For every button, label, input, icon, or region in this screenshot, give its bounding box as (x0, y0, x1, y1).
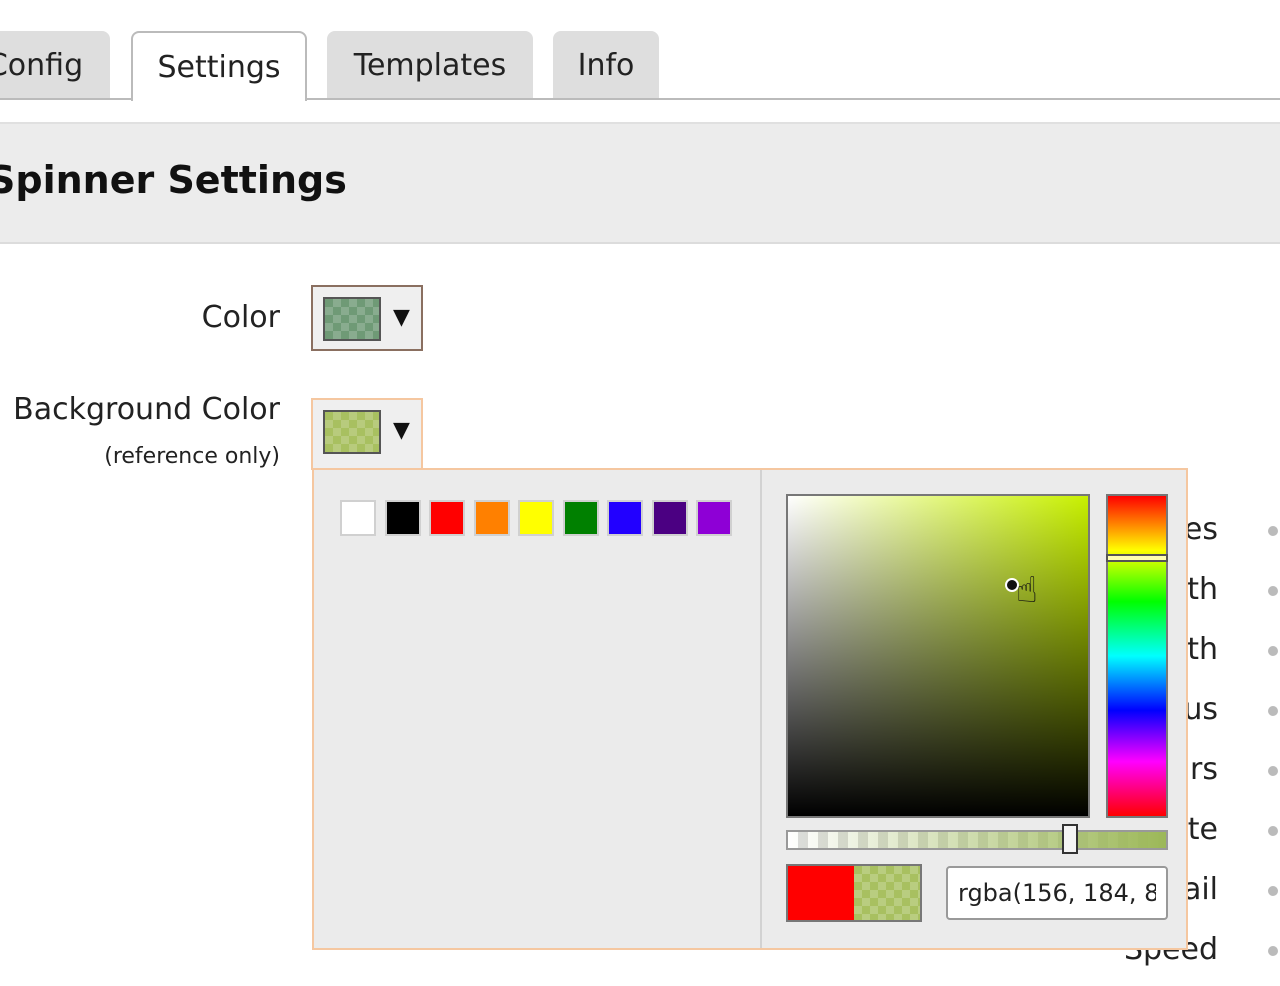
tab-info[interactable]: Info (553, 31, 659, 98)
chevron-down-icon: ▼ (393, 305, 410, 330)
palette-swatch[interactable] (429, 500, 465, 536)
color-label: Color (201, 300, 280, 335)
reference-only-note: (reference only) (104, 444, 280, 469)
tab-settings[interactable]: Settings (131, 31, 307, 101)
slider-dot[interactable] (1268, 706, 1278, 716)
slider-dot[interactable] (1268, 886, 1278, 896)
slider-dot[interactable] (1268, 826, 1278, 836)
palette-swatch[interactable] (340, 500, 376, 536)
color-value-input[interactable] (946, 866, 1168, 920)
tab-bar: Config Settings Templates Info (0, 0, 1280, 101)
background-color-label: Background Color (13, 392, 280, 427)
chevron-down-icon: ▼ (393, 418, 410, 443)
palette-swatch[interactable] (651, 500, 688, 536)
previous-color-preview (786, 864, 854, 922)
section-title: Spinner Settings (0, 158, 347, 202)
background-color-swatch (323, 410, 381, 454)
color-picker-popup (312, 468, 1188, 950)
palette-swatch[interactable] (696, 500, 732, 536)
alpha-slider-handle[interactable] (1062, 824, 1078, 854)
color-picker-button[interactable]: ▼ (311, 285, 423, 351)
color-swatch (323, 297, 381, 341)
palette-swatch[interactable] (518, 500, 554, 536)
slider-dot[interactable] (1268, 526, 1278, 536)
saturation-value-area[interactable] (786, 494, 1090, 818)
slider-dot[interactable] (1268, 586, 1278, 596)
slider-dot[interactable] (1268, 646, 1278, 656)
slider-dot[interactable] (1268, 766, 1278, 776)
palette-swatch[interactable] (607, 500, 643, 536)
hue-slider[interactable] (1106, 494, 1168, 818)
palette-swatch[interactable] (562, 500, 599, 536)
tab-templates[interactable]: Templates (327, 31, 533, 98)
slider-dot[interactable] (1268, 946, 1278, 956)
hue-slider-handle[interactable] (1106, 554, 1168, 562)
new-color-preview (854, 864, 922, 922)
background-color-picker-button[interactable]: ▼ (311, 398, 423, 470)
tab-config[interactable]: Config (0, 31, 110, 98)
alpha-slider[interactable] (786, 824, 1168, 854)
palette-swatch[interactable] (473, 500, 510, 536)
palette-swatch[interactable] (384, 500, 421, 536)
popup-divider (760, 470, 762, 948)
hand-pointer-icon: ☝ (1016, 570, 1038, 611)
